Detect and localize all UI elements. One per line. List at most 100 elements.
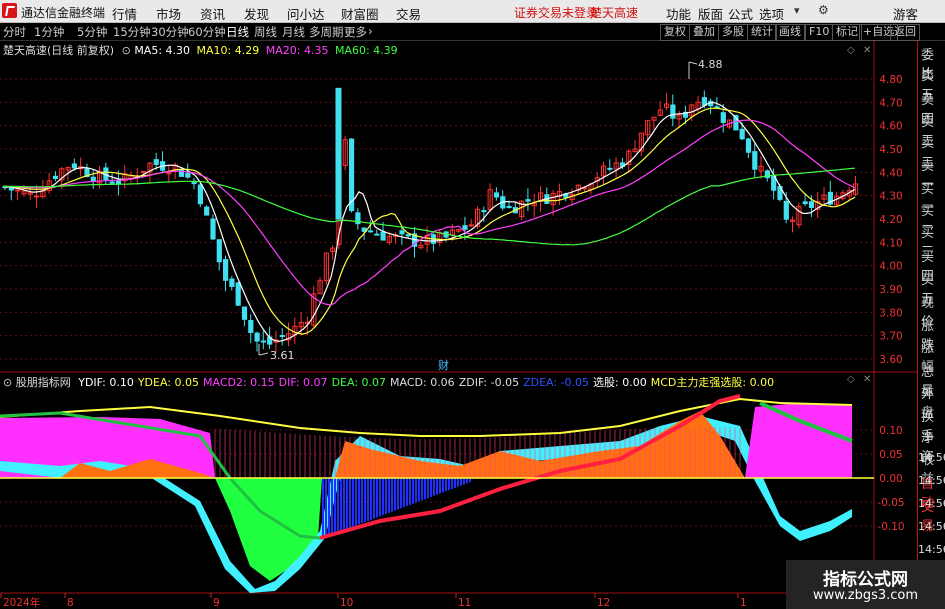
- menu-item-layout[interactable]: 版面: [698, 4, 723, 23]
- indicator-diamond-icon[interactable]: ◇: [847, 374, 855, 385]
- candle: [204, 206, 210, 216]
- tab-15min[interactable]: 15分钟: [113, 24, 151, 40]
- macd-bar-blue: [349, 478, 351, 528]
- x-axis-label-4: 11: [458, 597, 471, 609]
- candle: [235, 282, 241, 306]
- price-tick-6: 4.20: [879, 214, 902, 226]
- tab-multi-period[interactable]: 多周期: [309, 24, 344, 40]
- menu-item-wealth[interactable]: 财富圈: [341, 4, 379, 23]
- macd-bar-blue: [457, 478, 459, 487]
- trade-time-4: 14:56: [918, 543, 945, 556]
- indicator-value-0: YDIF: 0.10: [78, 376, 134, 389]
- trade-time-3: 14:56: [918, 520, 945, 533]
- menu-item-trade[interactable]: 交易: [396, 4, 421, 23]
- macd-bar-blue: [418, 478, 420, 502]
- candle: [335, 87, 342, 220]
- tab-60min[interactable]: 60分钟: [188, 24, 226, 40]
- macd-bar-blue: [325, 478, 327, 537]
- menu-item-function[interactable]: 功能: [666, 4, 691, 23]
- dropdown-icon[interactable]: ▾: [794, 4, 800, 17]
- indicator-value-5: MACD: 0.06: [390, 376, 455, 389]
- menu-item-quotes[interactable]: 行情: [112, 4, 137, 23]
- macd-bar-blue: [382, 478, 384, 516]
- macd-magenta-right: [745, 403, 852, 478]
- finance-marker[interactable]: 财: [438, 358, 449, 372]
- indicator-value-6: ZDIF: -0.05: [458, 376, 520, 389]
- candle: [109, 181, 115, 184]
- macd-green-area: [0, 478, 322, 581]
- price-tick-8: 4.00: [879, 261, 902, 273]
- tab-weekly[interactable]: 周线: [254, 24, 277, 40]
- low-price-label: 3.61: [270, 349, 295, 362]
- macd-bar-blue: [355, 478, 357, 526]
- macd-bar-blue: [370, 478, 372, 520]
- tab-more[interactable]: 更多: [344, 24, 367, 40]
- price-tick-12: 3.60: [879, 354, 902, 366]
- ma60-label: MA60: 4.39: [334, 44, 398, 57]
- macd-bar-blue: [421, 478, 423, 501]
- watermark: 指标公式网 www.zbgs3.com: [786, 560, 945, 609]
- tab-5min[interactable]: 5分钟: [77, 24, 107, 40]
- candle: [223, 259, 229, 281]
- tab-monthly[interactable]: 月线: [282, 24, 305, 40]
- draw-line-button[interactable]: 画线: [775, 24, 805, 41]
- menu-item-discover[interactable]: 发现: [244, 4, 269, 23]
- broker-status[interactable]: 证券交易未登录: [514, 4, 598, 21]
- macd-bar-blue: [352, 478, 354, 527]
- chart-area[interactable]: 4.88 3.61 财 4.80 4.70 4.60 4.50 4.40 4.30 4.20…: [0, 41, 917, 609]
- candle: [670, 104, 676, 119]
- menu-item-options[interactable]: 选项: [759, 4, 784, 23]
- candle: [185, 172, 191, 178]
- tab-daily[interactable]: 日线: [226, 24, 249, 40]
- candle: [367, 230, 374, 233]
- x-axis-label-1: 8: [67, 597, 74, 609]
- price-tick-2: 4.60: [879, 121, 902, 133]
- indicator-settings-icon[interactable]: ⊙: [3, 376, 12, 389]
- trade-time-0: 14:56: [918, 451, 945, 464]
- tab-1min[interactable]: 1分钟: [34, 24, 64, 40]
- menu-item-news[interactable]: 资讯: [200, 4, 225, 23]
- macd-bar-blue: [379, 478, 381, 517]
- candle: [481, 210, 487, 213]
- indicator-title[interactable]: 股朋指标网: [16, 376, 71, 389]
- macd-bar-blue: [373, 478, 375, 519]
- f10-button[interactable]: F10: [805, 24, 834, 41]
- user-label[interactable]: 游客: [893, 4, 918, 23]
- indicator-value-7: ZDEA: -0.05: [523, 376, 590, 389]
- macd-bar-blue: [403, 478, 405, 508]
- diamond-icon[interactable]: ◇: [847, 45, 855, 56]
- candle: [229, 278, 235, 287]
- overlay-button[interactable]: 叠加: [689, 24, 719, 41]
- macd-bar-blue: [427, 478, 429, 499]
- candle: [210, 218, 216, 240]
- indicator-close-icon[interactable]: ✕: [863, 374, 871, 385]
- multi-stock-button[interactable]: 多股: [718, 24, 748, 41]
- macd-bar-blue: [388, 478, 390, 513]
- price-tick-11: 3.70: [879, 331, 902, 343]
- chevron-right-icon[interactable]: ›: [368, 24, 373, 38]
- candle: [374, 233, 380, 236]
- close-icon[interactable]: ✕: [863, 45, 871, 56]
- menu-item-formula[interactable]: 公式: [728, 4, 753, 23]
- mark-button[interactable]: 标记: [832, 24, 862, 41]
- macd-bar-blue: [439, 478, 441, 494]
- back-button[interactable]: 返回: [890, 24, 920, 41]
- settings-icon[interactable]: ⚙: [818, 3, 829, 17]
- candle: [279, 334, 285, 337]
- macd-bar-blue: [415, 478, 417, 503]
- candle: [462, 225, 468, 230]
- menu-item-assistant[interactable]: 问小达: [287, 4, 325, 23]
- statistics-button[interactable]: 统计: [747, 24, 777, 41]
- candle: [166, 172, 172, 175]
- price-tick-3: 4.50: [879, 144, 902, 156]
- tab-timeshare[interactable]: 分时: [3, 24, 26, 40]
- app-title: 通达信金融终端: [21, 6, 106, 20]
- candle: [720, 112, 726, 123]
- macd-bar-blue: [358, 478, 360, 525]
- settings-gear-icon[interactable]: ⊙: [122, 44, 131, 57]
- adjust-button[interactable]: 复权: [660, 24, 690, 41]
- menu-item-market[interactable]: 市场: [156, 4, 181, 23]
- tab-30min[interactable]: 30分钟: [151, 24, 189, 40]
- candle: [506, 205, 512, 209]
- stock-chart-title: 楚天高速(日线 前复权): [3, 44, 115, 57]
